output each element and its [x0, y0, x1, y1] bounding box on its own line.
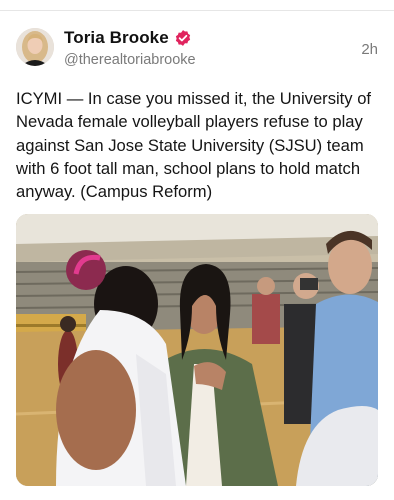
- author-name[interactable]: Toria Brooke: [64, 28, 169, 48]
- verified-badge-icon: [174, 29, 192, 47]
- author-avatar[interactable]: [16, 28, 54, 66]
- top-divider: [0, 10, 394, 11]
- post-body-text: ICYMI — In case you missed it, the Unive…: [16, 89, 372, 202]
- name-row: Toria Brooke: [64, 28, 192, 48]
- post-header: Toria Brooke @therealtoriabrooke 2h: [16, 26, 378, 74]
- author-handle[interactable]: @therealtoriabrooke: [64, 52, 196, 68]
- post-timestamp[interactable]: 2h: [361, 41, 378, 58]
- post-photo[interactable]: [16, 214, 378, 486]
